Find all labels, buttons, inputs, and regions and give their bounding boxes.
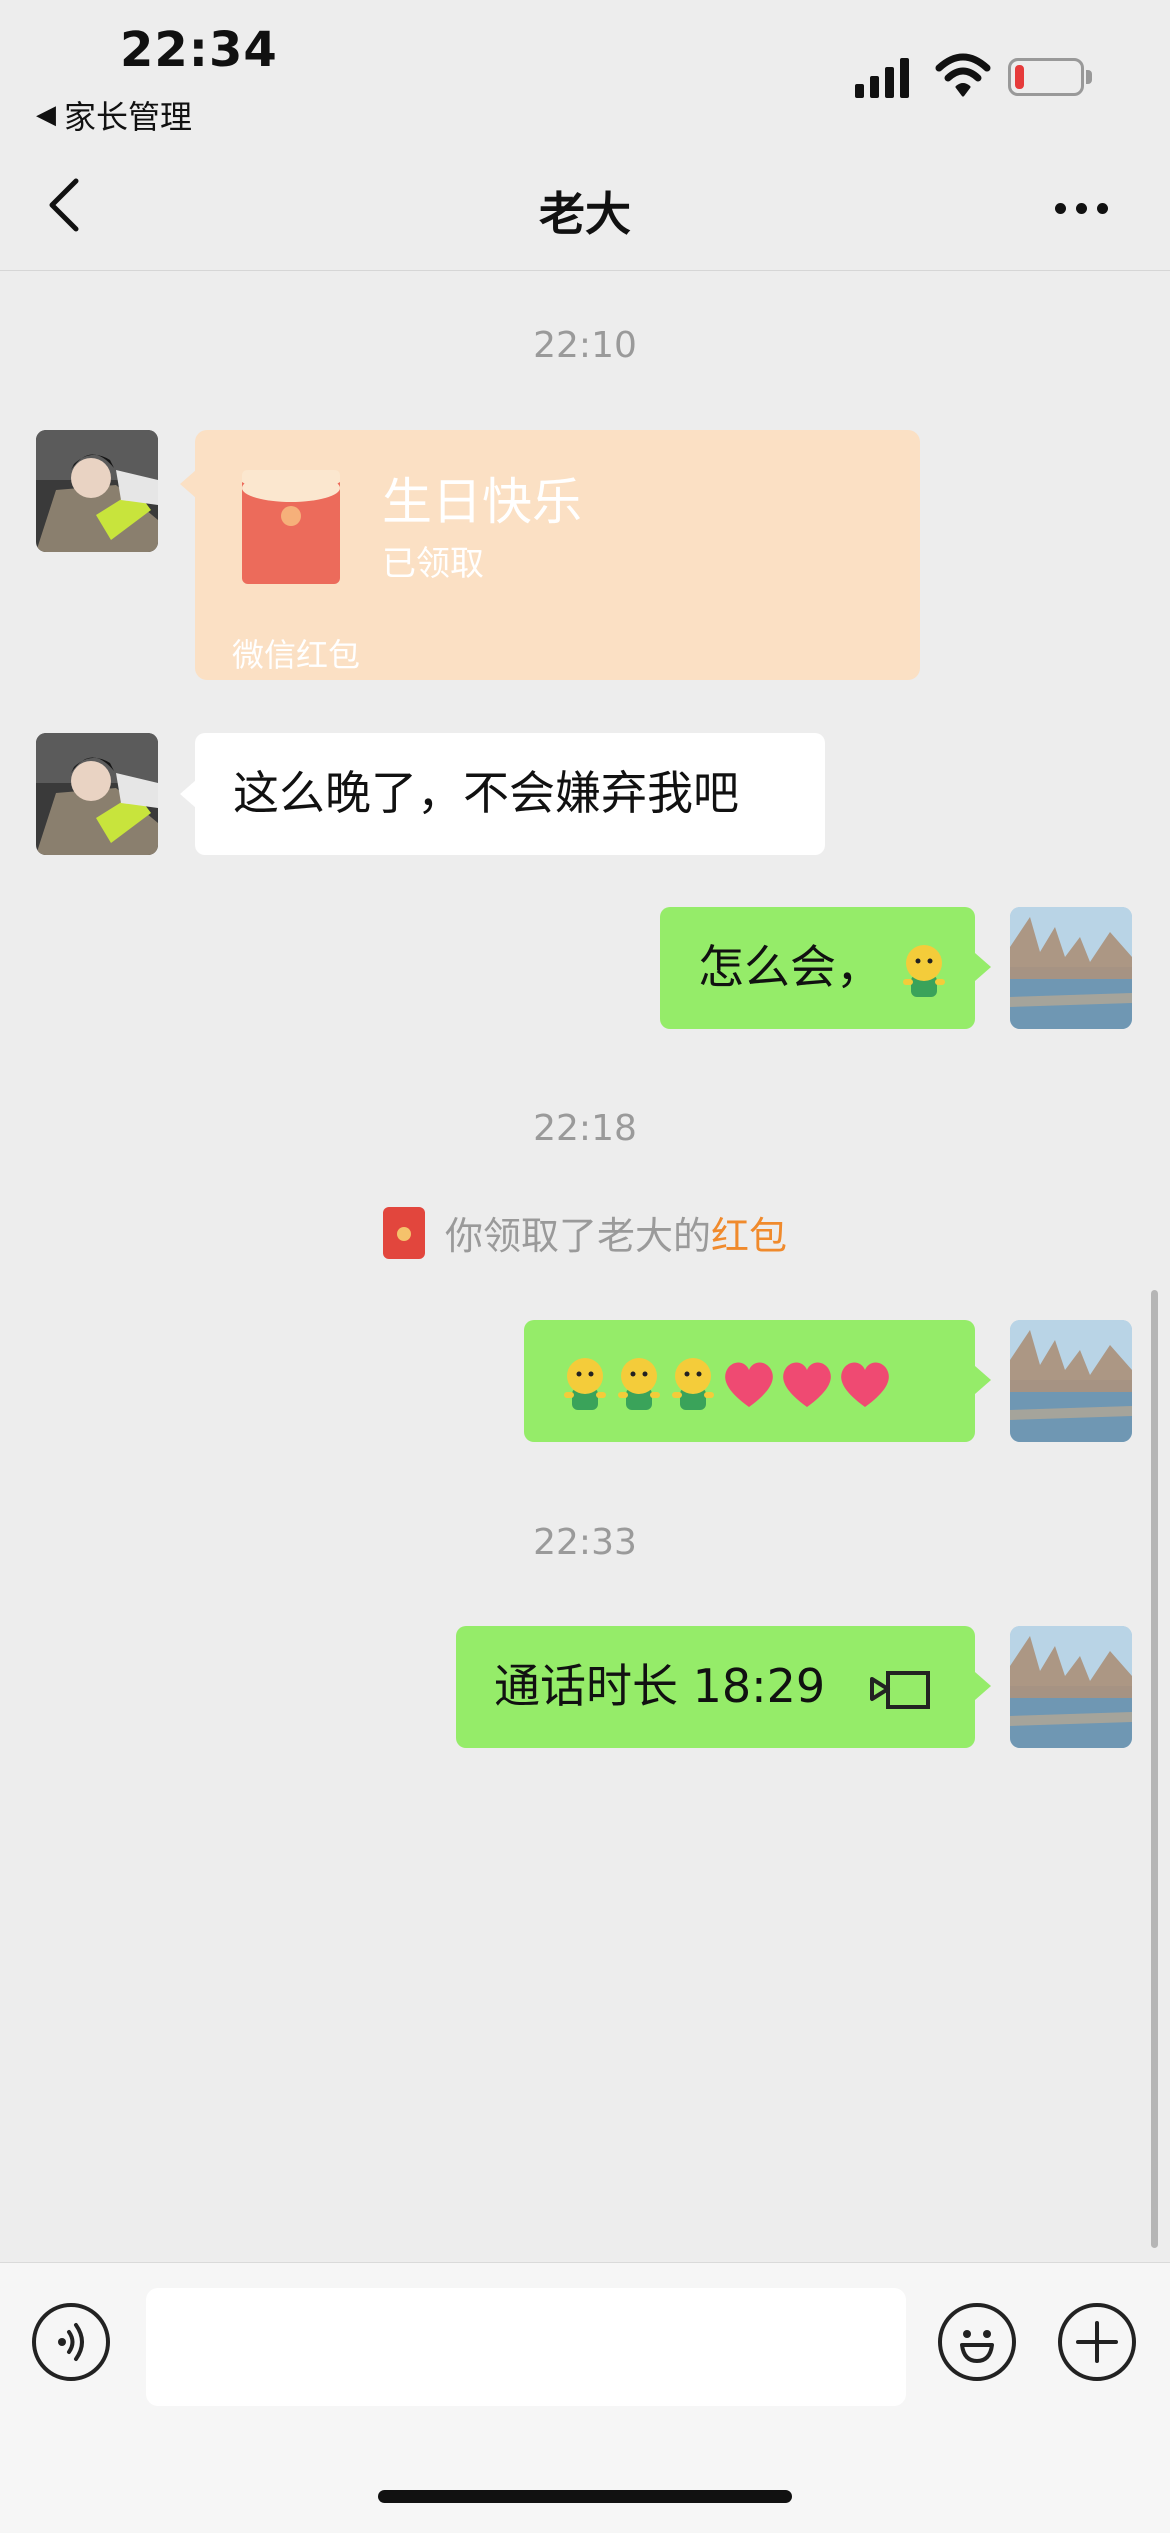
- red-packet-title: 生日快乐: [382, 473, 582, 531]
- emoji-face-icon: [672, 1357, 714, 1410]
- message-bubble[interactable]: 这么晚了，不会嫌弃我吧: [195, 733, 825, 855]
- battery-icon: [1008, 58, 1084, 96]
- message-text: 这么晚了，不会嫌弃我吧: [233, 766, 739, 820]
- my-avatar[interactable]: [1010, 1626, 1132, 1748]
- plus-button[interactable]: [1058, 2303, 1136, 2381]
- emoji-button[interactable]: [938, 2303, 1016, 2381]
- call-duration-text: 通话时长 18:29: [494, 1659, 826, 1713]
- bubble-tail: [180, 470, 196, 498]
- back-triangle-icon: ◀: [36, 100, 56, 130]
- heart-icon: [783, 1361, 831, 1407]
- heart-icon: [725, 1361, 773, 1407]
- voice-icon: [58, 2323, 84, 2361]
- notice-red-packet-link[interactable]: 红包: [711, 1214, 787, 1258]
- battery-tip: [1086, 70, 1092, 84]
- bubble-tail: [180, 780, 196, 808]
- heart-icon: [841, 1361, 889, 1407]
- timestamp: 22:10: [533, 325, 637, 366]
- timestamp: 22:18: [533, 1108, 637, 1149]
- contact-avatar[interactable]: [36, 733, 158, 855]
- red-packet-mini-icon: [382, 1206, 425, 1259]
- notice-text: 你领取了老大的: [444, 1214, 711, 1258]
- scrollbar[interactable]: [1151, 1290, 1158, 2248]
- emoji-icon: [960, 2330, 994, 2363]
- back-app-label: 家长管理: [64, 98, 193, 136]
- system-notice: 你领取了老大的红包: [0, 1205, 1170, 1260]
- more-options-button[interactable]: [1055, 203, 1108, 214]
- wifi-icon: [935, 53, 991, 97]
- red-packet-icon: [242, 470, 340, 584]
- video-call-icon: [869, 1670, 930, 1709]
- emoji-face-icon: [564, 1357, 606, 1410]
- message-bubble[interactable]: [524, 1320, 975, 1442]
- bubble-tail: [975, 1672, 991, 1700]
- message-text: 怎么会，: [698, 940, 882, 994]
- back-to-app-link[interactable]: ◀ 家长管理: [36, 92, 192, 138]
- message-input[interactable]: [146, 2288, 906, 2406]
- message-bubble[interactable]: 怎么会，: [660, 907, 975, 1029]
- red-packet-status: 已领取: [382, 544, 484, 584]
- my-avatar[interactable]: [1010, 907, 1132, 1029]
- my-avatar[interactable]: [1010, 1320, 1132, 1442]
- home-indicator: [378, 2490, 792, 2503]
- nav-divider: [0, 270, 1170, 271]
- signal-icon: [855, 54, 909, 98]
- bubble-tail: [975, 1366, 991, 1394]
- chat-title: 老大: [539, 187, 631, 241]
- red-packet-label: 微信红包: [232, 636, 361, 674]
- contact-avatar[interactable]: [36, 430, 158, 552]
- call-record-bubble[interactable]: 通话时长 18:29: [456, 1626, 975, 1748]
- timestamp: 22:33: [533, 1522, 637, 1563]
- voice-button[interactable]: [32, 2303, 110, 2381]
- emoji-face-icon: [902, 944, 945, 997]
- emoji-face-icon: [618, 1357, 660, 1410]
- status-time: 22:34: [120, 22, 278, 78]
- plus-icon: [1076, 2321, 1118, 2363]
- bubble-tail: [975, 953, 991, 981]
